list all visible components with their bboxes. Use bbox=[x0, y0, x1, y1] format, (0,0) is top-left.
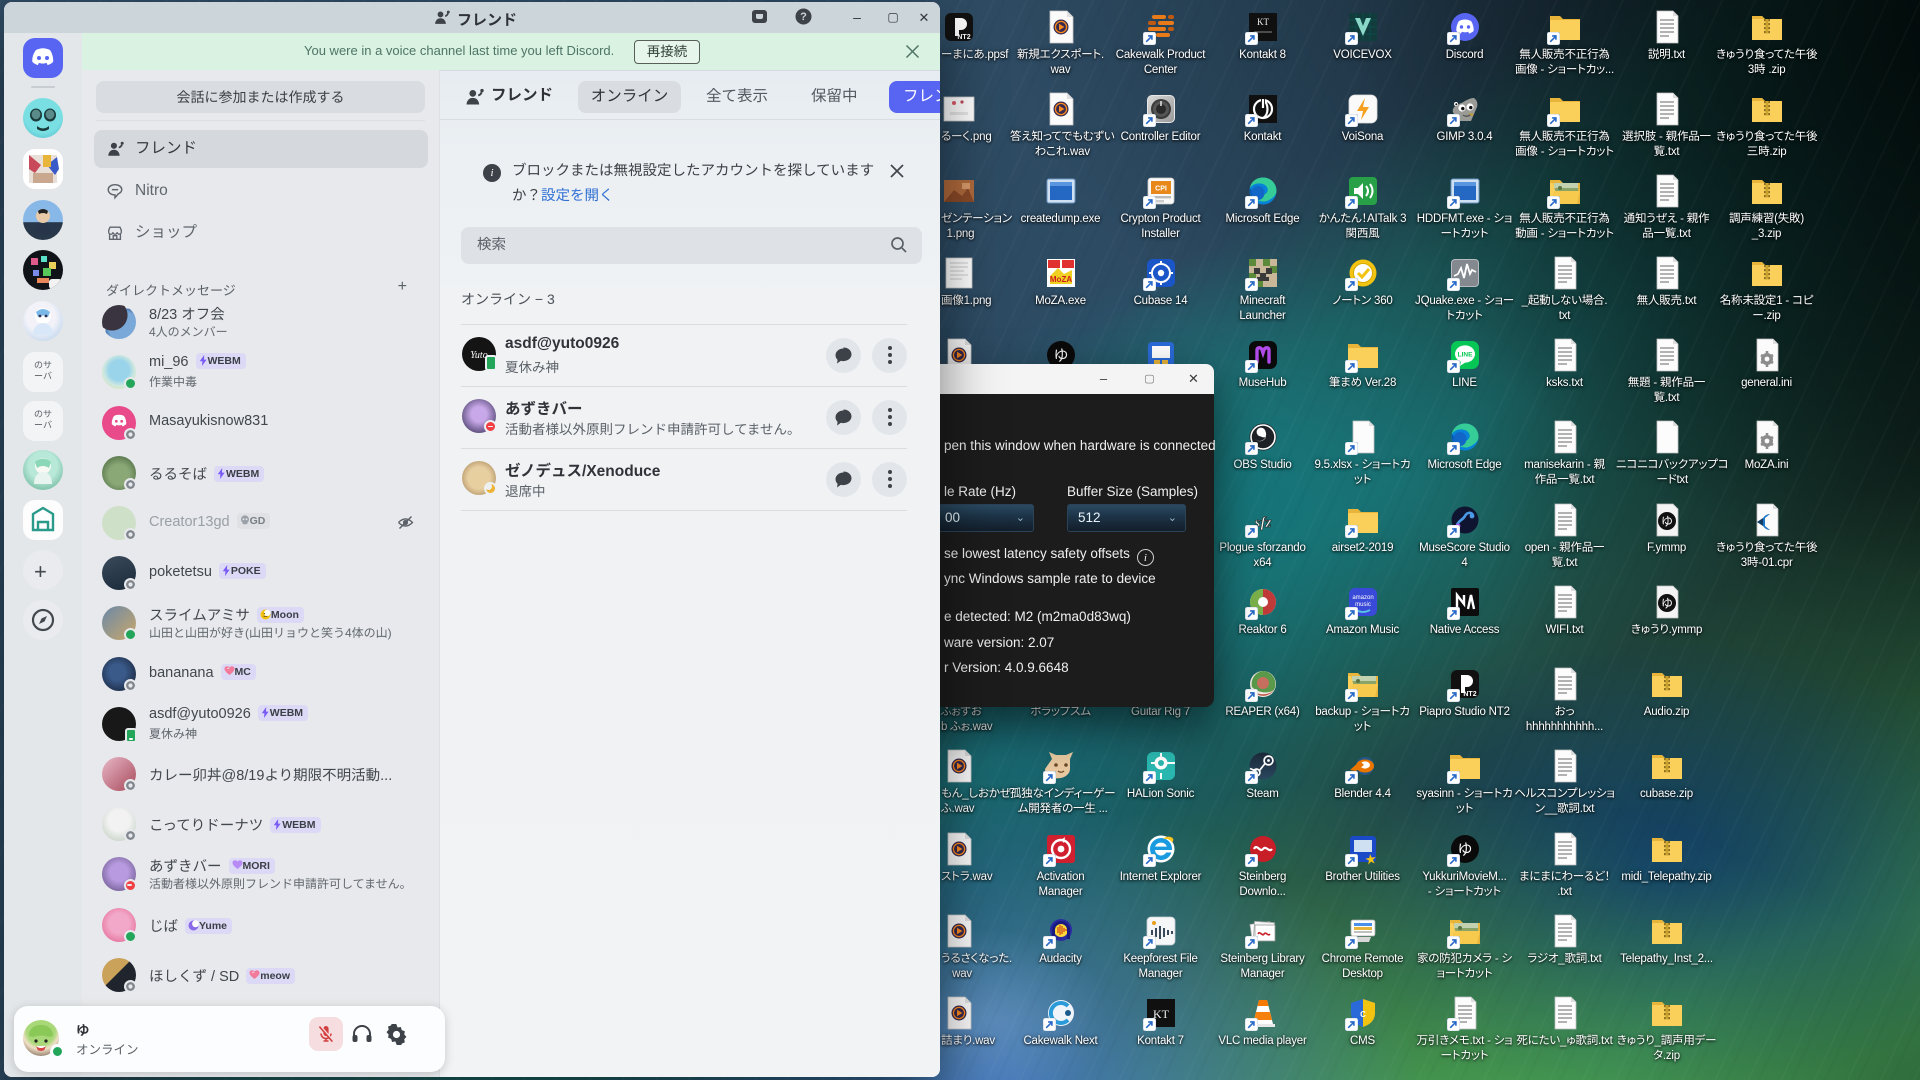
svg-text:?: ? bbox=[800, 11, 807, 23]
